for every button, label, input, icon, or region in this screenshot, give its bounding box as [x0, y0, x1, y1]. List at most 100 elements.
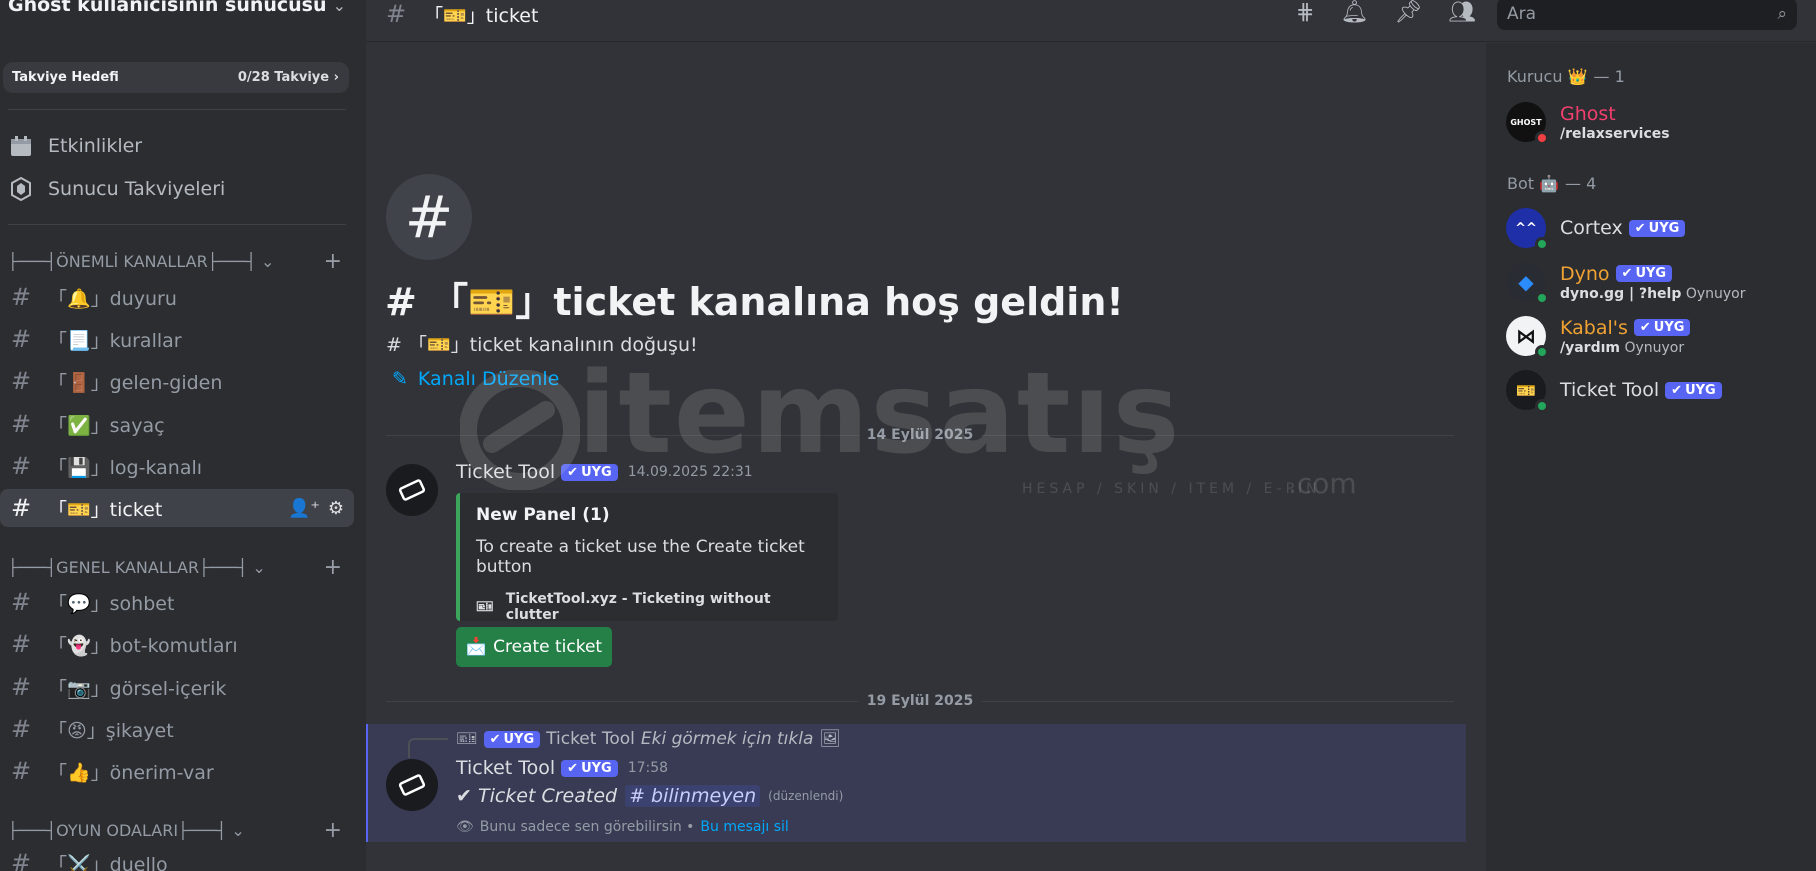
channel-kurallar[interactable]: # 「📃」kurallar	[0, 320, 354, 358]
bell-icon[interactable]: 🔔︎	[1340, 0, 1368, 25]
channel-sayac[interactable]: # 「✅」sayaç	[0, 405, 354, 443]
channel-gorsel-icerik[interactable]: # 「📷」görsel-içerik	[0, 668, 354, 706]
calendar-icon	[8, 134, 34, 158]
role-header: Kurucu 👑 — 1	[1507, 67, 1625, 86]
avatar: GHOST	[1506, 102, 1549, 145]
boost-icon	[8, 177, 34, 201]
app-badge: ✔ UYG	[1665, 381, 1722, 399]
member-item[interactable]: ◆ Dyno ✔ UYG dyno.gg | ?help Oynuyor	[1506, 262, 1746, 305]
channel-sohbet[interactable]: # 「💬」sohbet	[0, 583, 354, 621]
member-item[interactable]: 🎫 Ticket Tool ✔ UYG	[1506, 370, 1722, 413]
channel-duello[interactable]: # 「⚔️」duello	[0, 844, 354, 871]
member-status: dyno.gg | ?help Oynuyor	[1560, 285, 1746, 302]
hash-icon: #	[10, 849, 32, 871]
add-channel-icon[interactable]: +	[324, 249, 342, 274]
create-ticket-button[interactable]: 📩 Create ticket	[456, 627, 612, 667]
reply-preview[interactable]: 🎫︎ ✔ UYG Ticket Tool Eki görmek için tık…	[456, 729, 841, 749]
ticket-icon: 🎫︎	[456, 729, 478, 749]
sidebar-item-boosts[interactable]: Sunucu Takviyeleri	[8, 177, 225, 201]
channel-duyuru[interactable]: # 「🔔」duyuru	[0, 278, 354, 316]
add-channel-icon[interactable]: +	[324, 555, 342, 580]
threads-icon[interactable]: ⋕	[1296, 0, 1314, 25]
channel-title: # 「🎫」ticket	[386, 0, 539, 28]
header-toolbar: ⋕ 🔔︎ 📌︎ 👥︎	[1296, 0, 1476, 25]
reply-connector	[408, 738, 448, 758]
member-name: Ghost	[1560, 102, 1616, 125]
search-icon: ⌕	[1777, 4, 1787, 24]
sidebar-item-label: Sunucu Takviyeleri	[48, 178, 226, 200]
channel-onerim-var[interactable]: # 「👍」önerim-var	[0, 752, 354, 790]
channel-gelen-giden[interactable]: # 「🚪」gelen-giden	[0, 362, 354, 400]
app-badge: ✔ UYG	[483, 730, 541, 748]
message-header: Ticket Tool ✔ UYG 14.09.2025 22:31	[456, 461, 753, 483]
gear-icon[interactable]: ⚙	[328, 498, 344, 519]
delete-message-link[interactable]: Bu mesajı sil	[700, 819, 788, 835]
eye-icon: 👁︎	[456, 819, 474, 835]
ticket-icon: 🎫︎	[476, 599, 494, 615]
category-important[interactable]: ├───┤ÖNEMLİ KANALLAR├───┤ ⌄ +	[8, 249, 346, 274]
message-author[interactable]: Ticket Tool	[456, 461, 555, 483]
hash-icon: #	[10, 367, 32, 395]
app-badge: ✔ UYG	[1633, 319, 1691, 336]
hash-icon: #	[10, 494, 32, 522]
welcome-title: # 「🎫」ticket kanalına hoş geldin!	[385, 280, 1124, 324]
channel-header: # 「🎫」ticket ⋕ 🔔︎ 📌︎ 👥︎ Ara ⌕	[366, 0, 1816, 42]
ephemeral-note: 👁︎ Bunu sadece sen görebilirsin • Bu mes…	[456, 819, 789, 835]
boost-goal-bar[interactable]: Takviye Hedefi 0/28 Takviye ›	[3, 62, 349, 93]
member-item[interactable]: GHOST Ghost /relaxservices	[1506, 102, 1670, 145]
message-header: Ticket Tool ✔ UYG 17:58	[456, 757, 668, 779]
embed-panel: New Panel (1) To create a ticket use the…	[456, 493, 838, 623]
channel-ticket[interactable]: # 「🎫」ticket 👤⁺ ⚙	[0, 489, 354, 527]
message-author[interactable]: Ticket Tool	[456, 757, 555, 779]
divider	[8, 109, 346, 110]
envelope-icon: 📩	[465, 637, 488, 657]
member-item[interactable]: ^^ Cortex ✔ UYG	[1506, 208, 1686, 251]
member-name: Cortex ✔ UYG	[1560, 217, 1686, 239]
sidebar-item-label: Etkinlikler	[48, 135, 143, 157]
channel-bot-komutlari[interactable]: # 「👻」bot-komutları	[0, 625, 354, 663]
category-games[interactable]: ├───┤OYUN ODALARI├───┤ ⌄ +	[8, 818, 346, 843]
members-icon[interactable]: 👥︎	[1448, 0, 1476, 25]
member-name: Ticket Tool ✔ UYG	[1560, 379, 1722, 401]
message-timestamp: 14.09.2025 22:31	[627, 464, 753, 480]
member-item[interactable]: ⋈ Kabal's ✔ UYG /yardım Oynuyor	[1506, 316, 1691, 359]
divider	[8, 224, 346, 225]
pin-icon[interactable]: 📌︎	[1394, 0, 1422, 25]
embed-footer: 🎫︎ TicketTool.xyz - Ticketing without cl…	[476, 591, 771, 623]
member-list: Kurucu 👑 — 1 GHOST Ghost /relaxservices B…	[1486, 43, 1816, 871]
channel-sikayet[interactable]: # 「😡」şikayet	[0, 710, 354, 748]
embed-title: New Panel (1)	[476, 505, 610, 525]
member-name: Kabal's ✔ UYG	[1560, 317, 1691, 339]
avatar[interactable]	[386, 464, 438, 516]
boost-goal-label: Takviye Hedefi	[12, 70, 119, 85]
hash-icon: #	[10, 673, 32, 701]
avatar[interactable]	[386, 759, 438, 811]
sidebar-item-events[interactable]: Etkinlikler	[8, 134, 142, 158]
boost-goal-count: 0/28 Takviye ›	[237, 70, 339, 85]
date-divider: 19 Eylül 2025	[386, 691, 1455, 711]
search-input[interactable]: Ara ⌕	[1497, 0, 1797, 30]
date-divider: 14 Eylül 2025	[386, 425, 1455, 445]
ticket-icon	[398, 774, 426, 796]
app-badge: ✔ UYG	[1628, 219, 1686, 237]
message-timestamp: 17:58	[627, 760, 669, 776]
chevron-down-icon: ⌄	[332, 0, 346, 15]
discord-app: Ghost kullanıcısının sunucusu ⌄ Takviye …	[0, 0, 1816, 871]
server-name: Ghost kullanıcısının sunucusu	[8, 0, 327, 16]
category-general[interactable]: ├───┤GENEL KANALLAR├───┤ ⌄ +	[8, 555, 346, 580]
image-icon: 🖼	[819, 729, 841, 749]
edit-channel-link[interactable]: ✎ Kanalı Düzenle	[392, 368, 559, 390]
welcome-subtitle: # 「🎫」ticket kanalının doğuşu!	[386, 334, 698, 356]
channel-log-kanali[interactable]: # 「💾」log-kanalı	[0, 447, 354, 485]
channel-mention[interactable]: # bilinmeyen	[625, 785, 761, 807]
server-header[interactable]: Ghost kullanıcısının sunucusu ⌄	[0, 0, 366, 30]
pencil-icon: ✎	[392, 368, 408, 390]
add-channel-icon[interactable]: +	[324, 818, 342, 843]
app-badge: ✔ UYG	[561, 759, 618, 777]
channel-sidebar: Ghost kullanıcısının sunucusu ⌄ Takviye …	[0, 0, 366, 871]
avatar: ^^	[1506, 208, 1549, 251]
invite-icon[interactable]: 👤⁺	[288, 498, 320, 519]
avatar: ⋈	[1506, 316, 1549, 359]
message-body: ✔ Ticket Created # bilinmeyen (düzenlend…	[456, 785, 844, 807]
category-label: ├───┤ÖNEMLİ KANALLAR├───┤ ⌄	[8, 252, 275, 271]
